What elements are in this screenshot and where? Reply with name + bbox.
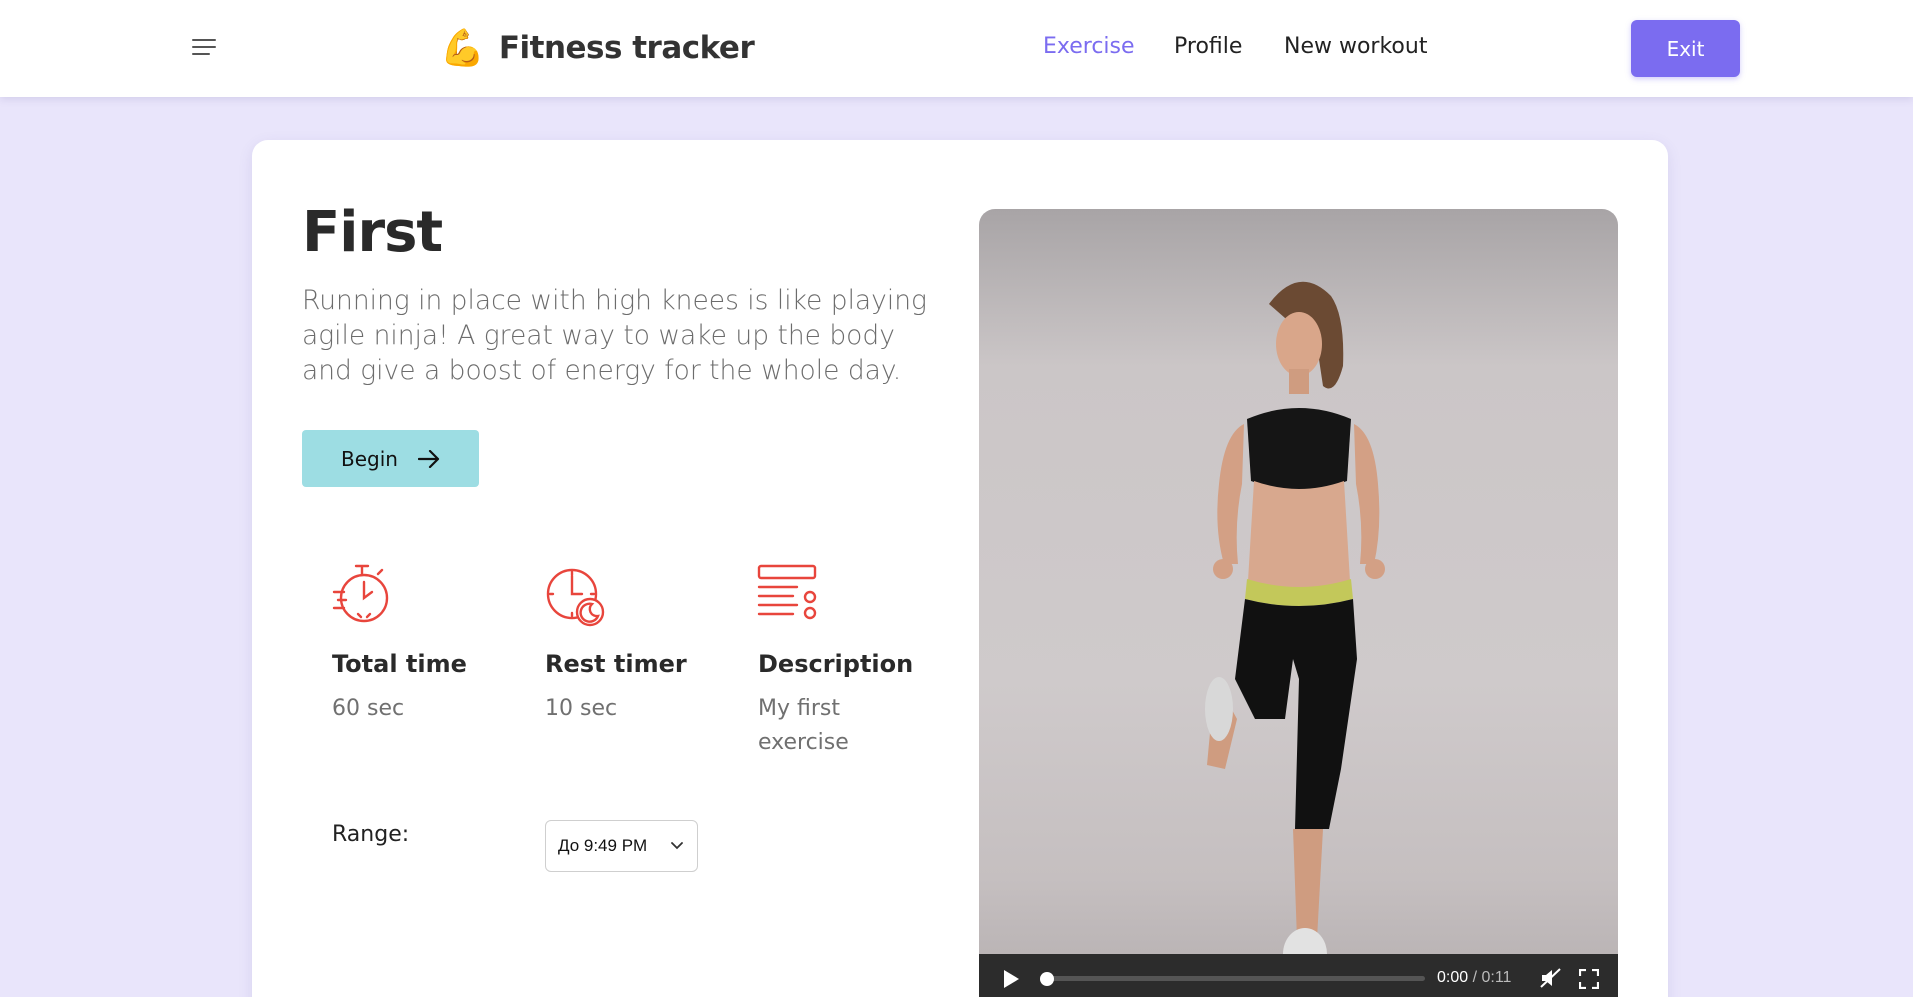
video-progress-handle[interactable] [1040,972,1054,986]
stat-value-rest-timer: 10 sec [545,696,618,721]
top-navbar: 💪 Fitness tracker Exercise Profile New w… [0,0,1913,97]
brand-logo[interactable]: 💪 Fitness tracker [440,26,755,70]
stat-value-description: My first exercise [758,696,849,755]
muted-speaker-icon[interactable] [1540,968,1562,988]
stat-label-rest-timer: Rest timer [545,650,687,678]
flexed-arm-icon: 💪 [440,27,485,68]
range-selected-value: До 9:49 PM [558,836,648,855]
begin-label: Begin [341,446,398,471]
begin-button[interactable]: Begin [302,430,479,487]
list-icon [757,564,817,620]
video-current-time: 0:00 [1437,969,1469,986]
fullscreen-icon[interactable] [1579,969,1599,989]
stat-label-description: Description [758,650,914,678]
hamburger-menu-icon[interactable] [190,36,220,60]
video-frame-person [1205,281,1385,980]
stopwatch-icon [332,564,389,623]
stat-label-total-time: Total time [332,650,467,678]
stat-value-total-time: 60 sec [332,696,405,721]
video-time: 0:00 / 0:11 [1437,969,1511,987]
exercise-title: First [302,200,443,265]
exit-button[interactable]: Exit [1631,20,1740,77]
arrow-right-icon [417,449,440,468]
play-icon[interactable] [1002,969,1020,989]
clock-moon-icon [546,568,605,627]
exercise-video[interactable] [979,209,1618,997]
nav-exercise[interactable]: Exercise [1043,34,1135,64]
video-time-separator: / [1472,969,1478,986]
brand-name: Fitness tracker [498,30,755,66]
nav-profile[interactable]: Profile [1174,34,1242,64]
range-select[interactable]: До 9:49 PM [545,820,698,872]
chevron-down-icon [671,842,683,850]
nav-new-workout[interactable]: New workout [1284,34,1427,64]
video-progress-bar[interactable] [1040,972,1425,986]
video-duration: 0:11 [1481,969,1512,986]
range-label: Range: [332,822,410,847]
exercise-description: Running in place with high knees is like… [302,285,927,386]
